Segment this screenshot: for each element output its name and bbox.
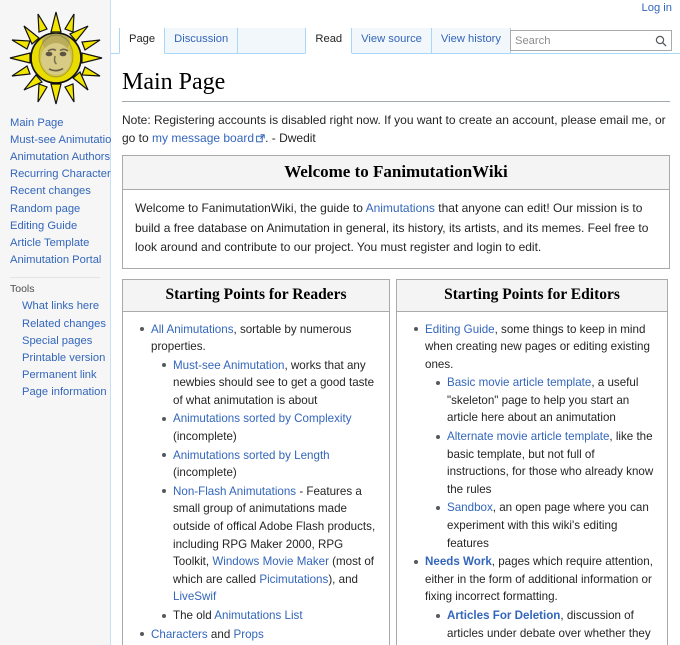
namespace-tabs: Page Discussion	[119, 28, 239, 54]
windows-movie-maker-link[interactable]: Windows Movie Maker	[212, 555, 329, 568]
editors-panel: Starting Points for Editors Editing Guid…	[396, 278, 668, 645]
sun-face-logo-icon	[8, 10, 104, 106]
editors-body: Editing Guide, some things to keep in mi…	[397, 312, 667, 645]
tab-view-history[interactable]: View history	[431, 28, 511, 54]
tab-view-source[interactable]: View source	[352, 28, 432, 54]
sorted-by-length-link[interactable]: Animutations sorted by Length	[173, 449, 330, 462]
list-item: Articles For Deletion, discussion of art…	[436, 607, 659, 645]
sidebar-tools-heading: Tools	[10, 282, 35, 295]
log-in-link[interactable]: Log in	[642, 2, 672, 14]
personal-tools: Log in	[642, 2, 672, 14]
characters-link[interactable]: Characters	[151, 628, 208, 641]
welcome-text-1: Welcome to FanimutationWiki, the guide t…	[135, 201, 366, 215]
sidebar-item-main-page[interactable]: Main Page	[10, 114, 110, 131]
search-input[interactable]	[511, 31, 651, 50]
sorted-by-complexity-link[interactable]: Animutations sorted by Complexity	[173, 412, 352, 425]
editors-heading: Starting Points for Editors	[397, 279, 667, 312]
site-notice: Note: Registering accounts is disabled r…	[122, 112, 670, 147]
page-title: Main Page	[122, 67, 670, 102]
articles-for-deletion-link[interactable]: Articles For Deletion	[447, 609, 560, 622]
starting-points-columns: Starting Points for Readers All Animutat…	[122, 278, 670, 645]
tab-page[interactable]: Page	[119, 28, 166, 54]
alternate-movie-article-template-link[interactable]: Alternate movie article template	[447, 430, 609, 443]
list-item: Basic movie article template, a useful "…	[436, 374, 659, 427]
animutations-link[interactable]: Animutations	[366, 201, 435, 215]
content-area: Main Page Note: Registering accounts is …	[111, 54, 680, 645]
welcome-panel: Welcome to FanimutationWiki Welcome to F…	[122, 155, 670, 269]
welcome-heading: Welcome to FanimutationWiki	[123, 156, 669, 190]
readers-heading: Starting Points for Readers	[123, 279, 389, 312]
sidebar-item-printable-version[interactable]: Printable version	[22, 349, 110, 366]
sidebar-navigation-list: Main Page Must-see Animutation Animutati…	[0, 112, 118, 269]
sidebar-item-animutation-portal[interactable]: Animutation Portal	[10, 252, 110, 269]
sidebar-item-special-pages[interactable]: Special pages	[22, 332, 110, 349]
list-item: Animutations sorted by Length (incomplet…	[162, 447, 381, 482]
sidebar-item-random-page[interactable]: Random page	[10, 200, 110, 217]
site-notice-text-2: . - Dwedit	[265, 130, 316, 145]
sidebar-item-page-information[interactable]: Page information	[22, 384, 110, 401]
list-item: Needs Work, pages which require attentio…	[414, 553, 659, 645]
non-flash-animutations-link[interactable]: Non-Flash Animutations	[173, 485, 296, 498]
readers-panel: Starting Points for Readers All Animutat…	[122, 278, 390, 645]
non-flash-text-c: ), and	[328, 572, 358, 586]
sorted-by-length-text: (incomplete)	[173, 466, 237, 480]
wiki-page: Main Page Must-see Animutation Animutati…	[0, 0, 680, 645]
liveswif-link[interactable]: LiveSwif	[173, 590, 216, 603]
sidebar-item-recent-changes[interactable]: Recent changes	[10, 183, 110, 200]
picimutations-link[interactable]: Picimutations	[259, 573, 328, 586]
site-logo[interactable]	[0, 0, 111, 112]
sandbox-link[interactable]: Sandbox	[447, 501, 493, 514]
sidebar-tools-list: What links here Related changes Special …	[0, 298, 110, 401]
sidebar-item-must-see-animutation[interactable]: Must-see Animutation	[10, 131, 118, 148]
editing-guide-link[interactable]: Editing Guide	[425, 323, 495, 336]
basic-movie-article-template-link[interactable]: Basic movie article template	[447, 376, 591, 389]
list-item: The old Animutations List	[162, 607, 381, 625]
sidebar-item-permanent-link[interactable]: Permanent link	[22, 367, 110, 384]
list-item: Editing Guide, some things to keep in mi…	[414, 321, 659, 553]
readers-sublist: Must-see Animutation, works that any new…	[151, 357, 381, 625]
welcome-body: Welcome to FanimutationWiki, the guide t…	[123, 190, 669, 268]
sidebar-divider	[10, 276, 100, 278]
list-item: Must-see Animutation, works that any new…	[162, 357, 381, 410]
sidebar-item-related-changes[interactable]: Related changes	[22, 315, 110, 332]
list-item: Animutations sorted by Complexity (incom…	[162, 410, 381, 445]
sorted-by-complexity-text: (incomplete)	[173, 430, 237, 444]
list-item: All Animutations, sortable by numerous p…	[140, 321, 381, 625]
search-icon[interactable]	[651, 31, 671, 50]
old-list-text: The old	[173, 609, 215, 622]
tab-read[interactable]: Read	[305, 28, 353, 54]
list-item: Characters and Props Recurring Animutati…	[140, 626, 381, 645]
search-form[interactable]	[510, 30, 672, 51]
sidebar-item-recurring-characters[interactable]: Recurring Characters	[10, 166, 116, 183]
external-link-icon	[256, 131, 265, 142]
needs-work-link[interactable]: Needs Work	[425, 555, 492, 568]
props-link[interactable]: Props	[234, 628, 264, 641]
sidebar-item-animutation-authors[interactable]: Animutation Authors	[10, 148, 110, 165]
readers-list: All Animutations, sortable by numerous p…	[129, 321, 381, 645]
list-item: Non-Flash Animutations - Features a smal…	[162, 483, 381, 606]
all-animutations-link[interactable]: All Animutations	[151, 323, 234, 336]
editors-sublist: Basic movie article template, a useful "…	[425, 374, 659, 552]
my-message-board-link[interactable]: my message board	[152, 131, 254, 145]
editors-sublist-2: Articles For Deletion, discussion of art…	[425, 607, 659, 645]
list-item: Alternate movie article template, like t…	[436, 428, 659, 498]
sidebar-item-what-links-here[interactable]: What links here	[22, 298, 110, 315]
must-see-animutation-link[interactable]: Must-see Animutation	[173, 359, 284, 372]
readers-body: All Animutations, sortable by numerous p…	[123, 312, 389, 645]
sidebar: Main Page Must-see Animutation Animutati…	[0, 0, 118, 645]
list-item: Sandbox, an open page where you can expe…	[436, 499, 659, 552]
characters-and-text: and	[207, 627, 234, 641]
editors-list: Editing Guide, some things to keep in mi…	[403, 321, 659, 645]
view-tabs: Read View source View history	[305, 28, 511, 54]
sidebar-item-editing-guide[interactable]: Editing Guide	[10, 217, 110, 234]
animutations-list-link[interactable]: Animutations List	[214, 609, 302, 622]
tab-discussion[interactable]: Discussion	[165, 28, 239, 54]
sidebar-item-article-template[interactable]: Article Template	[10, 234, 110, 251]
